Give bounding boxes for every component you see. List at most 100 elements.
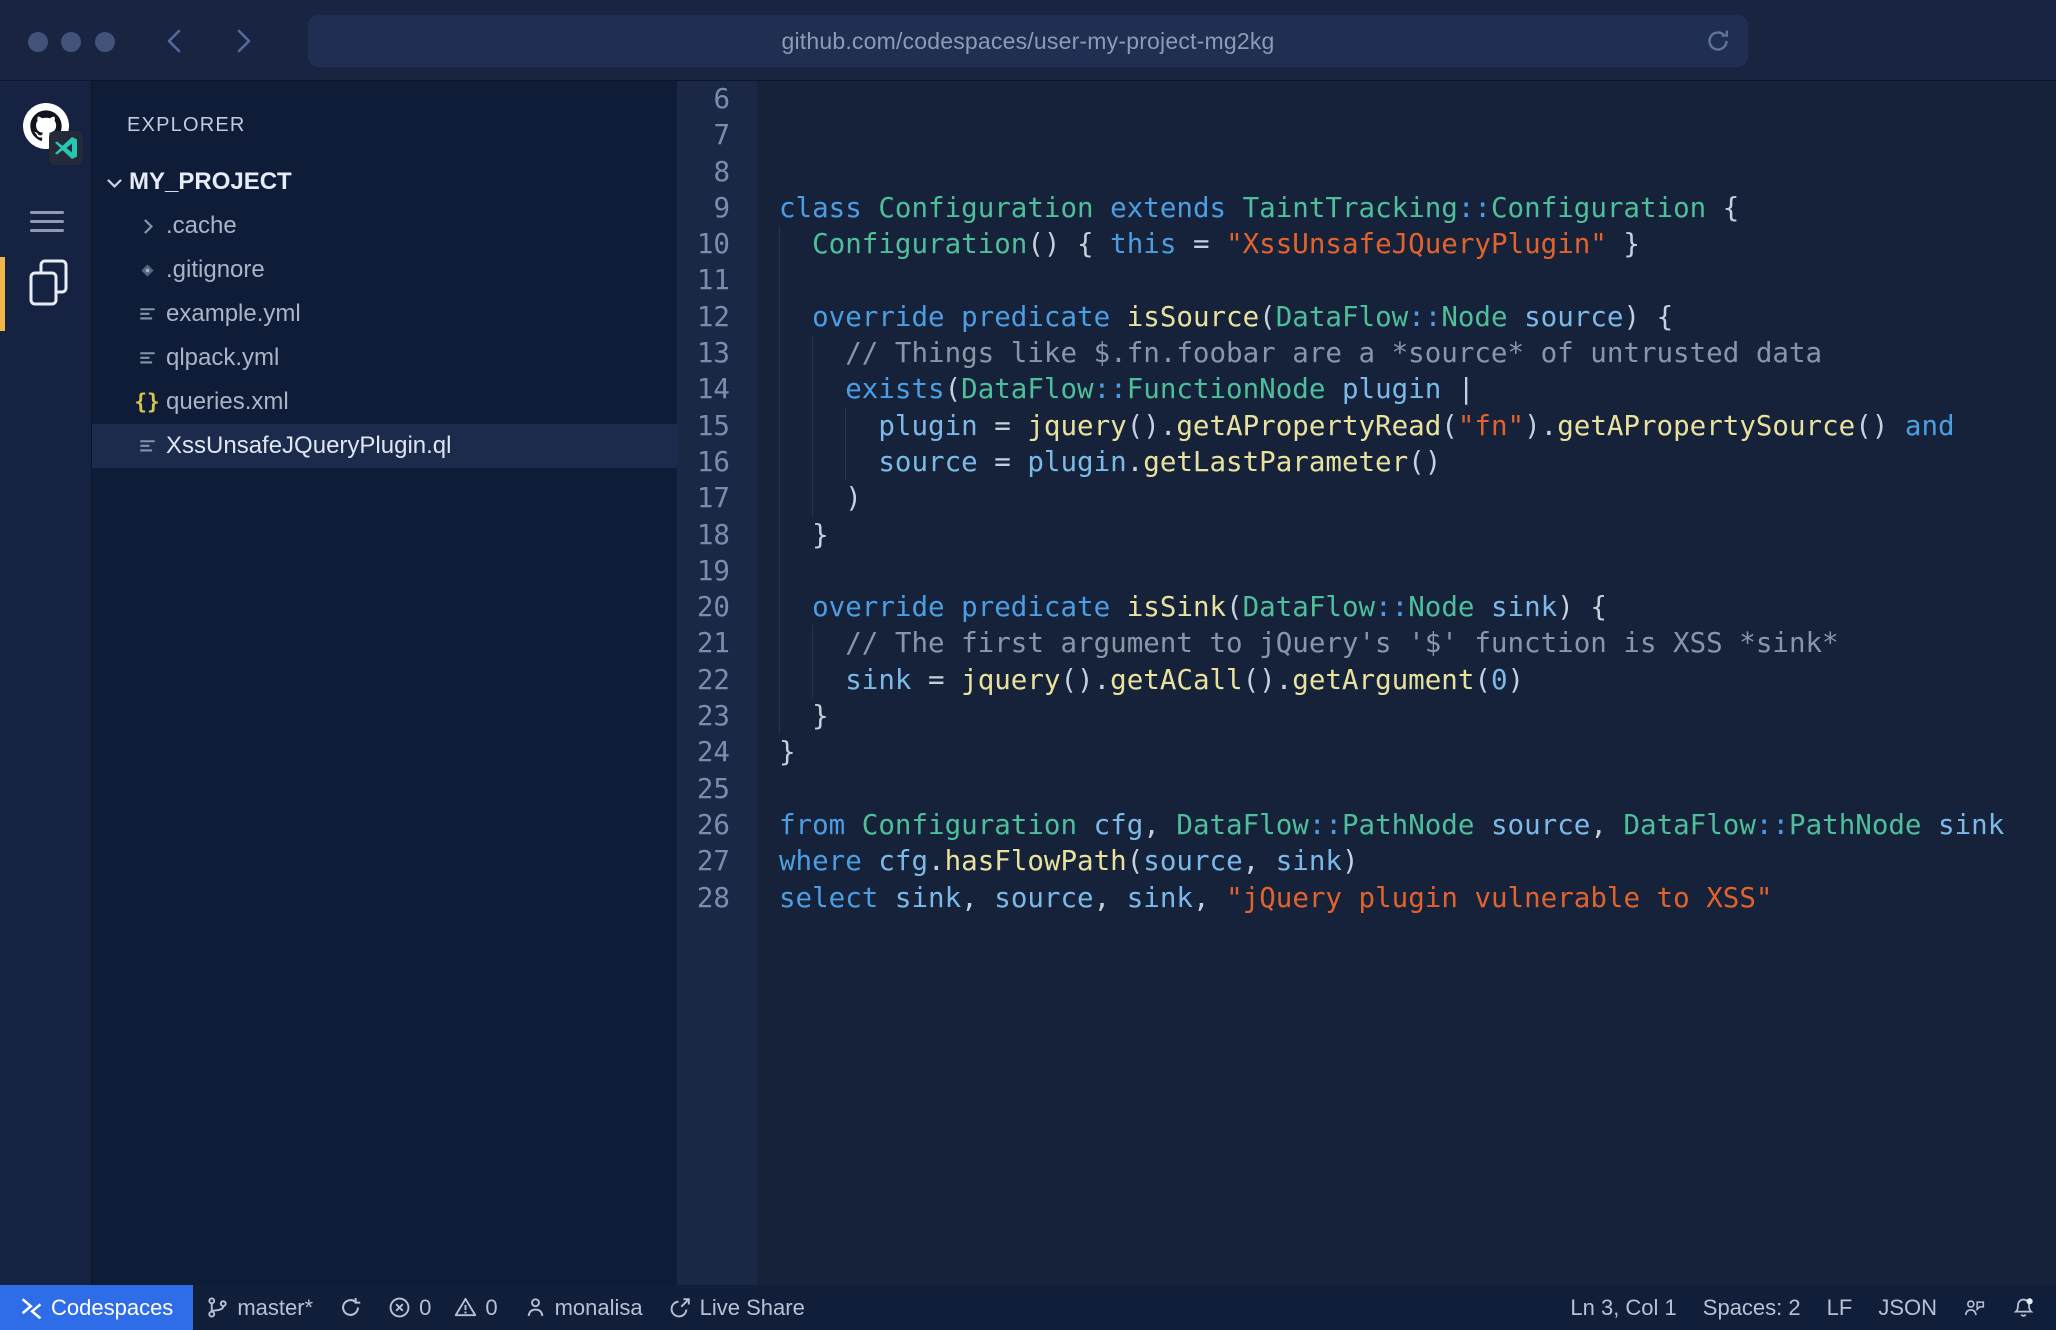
bell-icon (2012, 1296, 2035, 1319)
files-copy-icon (25, 258, 71, 308)
sync-button[interactable] (326, 1285, 375, 1330)
line-number: 7 (677, 117, 730, 153)
code-line-28[interactable]: 28select sink, source, sink, "jQuery plu… (677, 880, 2056, 916)
code-line-26[interactable]: 26from Configuration cfg, DataFlow::Path… (677, 807, 2056, 843)
line-number: 17 (677, 480, 730, 516)
forward-button[interactable] (228, 26, 258, 56)
live-share-item[interactable]: Live Share (656, 1285, 818, 1330)
code-line-17[interactable]: 17 ) (677, 480, 2056, 516)
explorer-panel: EXPLORER MY_PROJECT.cache .gitignore examp… (92, 81, 677, 1285)
line-number: 13 (677, 335, 730, 371)
window-zoom-button[interactable] (95, 32, 115, 52)
code-line-21[interactable]: 21 // The first argument to jQuery's '$'… (677, 625, 2056, 661)
file-label: example.yml (166, 300, 301, 328)
explorer-item-.gitignore[interactable]: .gitignore (92, 248, 677, 292)
files-explorer-button[interactable] (0, 257, 92, 337)
status-label: LF (1827, 1295, 1853, 1321)
file-label: qlpack.yml (166, 344, 279, 372)
codespaces-remote-button[interactable]: Codespaces (0, 1285, 193, 1330)
language-mode[interactable]: JSON (1865, 1285, 1950, 1330)
code-line-8[interactable]: 8 (677, 154, 2056, 190)
warning-icon (454, 1296, 477, 1319)
explorer-item-qlpack.yml[interactable]: qlpack.yml (92, 336, 677, 380)
window-close-button[interactable] (28, 32, 48, 52)
vscode-badge-icon (49, 131, 83, 165)
menu-icon[interactable] (30, 211, 64, 233)
code-line-18[interactable]: 18 } (677, 517, 2056, 553)
file-lines-icon (135, 346, 159, 370)
code-line-11[interactable]: 11 (677, 262, 2056, 298)
feedback-icon (1963, 1296, 1986, 1319)
feedback-item[interactable] (1950, 1285, 1999, 1330)
code-line-16[interactable]: 16 source = plugin.getLastParameter() (677, 444, 2056, 480)
line-number: 6 (677, 81, 730, 117)
status-label: 0 (485, 1295, 497, 1321)
file-lines-icon (135, 302, 159, 326)
reload-icon[interactable] (1704, 27, 1732, 55)
browser-chrome: github.com/codespaces/user-my-project-mg… (0, 0, 2056, 81)
back-button[interactable] (160, 26, 190, 56)
error-icon (388, 1296, 411, 1319)
code-line-15[interactable]: 15 plugin = jquery().getAPropertyRead("f… (677, 408, 2056, 444)
line-number: 27 (677, 843, 730, 879)
line-number: 22 (677, 662, 730, 698)
file-label: .gitignore (166, 256, 265, 284)
code-line-25[interactable]: 25 (677, 771, 2056, 807)
explorer-item-example.yml[interactable]: example.yml (92, 292, 677, 336)
line-number: 10 (677, 226, 730, 262)
line-number: 9 (677, 190, 730, 226)
user-item[interactable]: monalisa (511, 1285, 656, 1330)
code-line-19[interactable]: 19 (677, 553, 2056, 589)
code-line-12[interactable]: 12 override predicate isSource(DataFlow:… (677, 299, 2056, 335)
code-line-10[interactable]: 10 Configuration() { this = "XssUnsafeJQ… (677, 226, 2056, 262)
line-number: 28 (677, 880, 730, 916)
status-label: Ln 3, Col 1 (1570, 1295, 1676, 1321)
code-line-24[interactable]: 24} (677, 734, 2056, 770)
explorer-root-folder[interactable]: MY_PROJECT (92, 160, 677, 204)
code-line-7[interactable]: 7 (677, 117, 2056, 153)
window-minimize-button[interactable] (61, 32, 81, 52)
code-line-22[interactable]: 22 sink = jquery().getACall().getArgumen… (677, 662, 2056, 698)
code-line-14[interactable]: 14 exists(DataFlow::FunctionNode plugin … (677, 371, 2056, 407)
status-label: JSON (1878, 1295, 1937, 1321)
code-line-27[interactable]: 27where cfg.hasFlowPath(source, sink) (677, 843, 2056, 879)
cursor-position[interactable]: Ln 3, Col 1 (1557, 1285, 1689, 1330)
indentation[interactable]: Spaces: 2 (1690, 1285, 1814, 1330)
code-line-23[interactable]: 23 } (677, 698, 2056, 734)
line-number: 18 (677, 517, 730, 553)
braces-icon: {} (135, 390, 159, 414)
git-file-icon (135, 258, 159, 282)
active-indicator (0, 257, 5, 331)
notifications-bell[interactable] (1999, 1285, 2048, 1330)
workbench: EXPLORER MY_PROJECT.cache .gitignore examp… (0, 81, 2056, 1285)
status-bar-left: Codespacesmaster*00monalisaLive Share (0, 1285, 818, 1330)
code-line-13[interactable]: 13 // Things like $.fn.foobar are a *sou… (677, 335, 2056, 371)
activity-bar (0, 81, 92, 1285)
code-area: 6789class Configuration extends TaintTra… (677, 81, 2056, 1285)
file-tree: MY_PROJECT.cache .gitignore example.yml qlp… (92, 160, 677, 468)
eol-sequence[interactable]: LF (1814, 1285, 1866, 1330)
explorer-item-.cache[interactable]: .cache (92, 204, 677, 248)
github-logo[interactable] (23, 103, 81, 161)
line-number: 20 (677, 589, 730, 625)
line-number: 15 (677, 408, 730, 444)
code-line-9[interactable]: 9class Configuration extends TaintTracki… (677, 190, 2056, 226)
line-number: 16 (677, 444, 730, 480)
git-branch-item[interactable]: master* (193, 1285, 326, 1330)
problems-item[interactable]: 00 (375, 1285, 511, 1330)
code-line-6[interactable]: 6 (677, 81, 2056, 117)
line-number: 24 (677, 734, 730, 770)
file-label: queries.xml (166, 388, 289, 416)
line-number: 12 (677, 299, 730, 335)
line-number: 23 (677, 698, 730, 734)
url-text: github.com/codespaces/user-my-project-mg… (781, 28, 1274, 55)
code-line-20[interactable]: 20 override predicate isSink(DataFlow::N… (677, 589, 2056, 625)
line-number: 19 (677, 553, 730, 589)
code-editor[interactable]: 6789class Configuration extends TaintTra… (677, 81, 2056, 1285)
url-bar[interactable]: github.com/codespaces/user-my-project-mg… (308, 15, 1748, 67)
status-label: 0 (419, 1295, 431, 1321)
explorer-item-queries.xml[interactable]: {} queries.xml (92, 380, 677, 424)
explorer-title: EXPLORER (127, 114, 246, 137)
person-icon (524, 1296, 547, 1319)
explorer-item-XssUnsafeJQueryPlugin.ql[interactable]: XssUnsafeJQueryPlugin.ql (92, 424, 677, 468)
